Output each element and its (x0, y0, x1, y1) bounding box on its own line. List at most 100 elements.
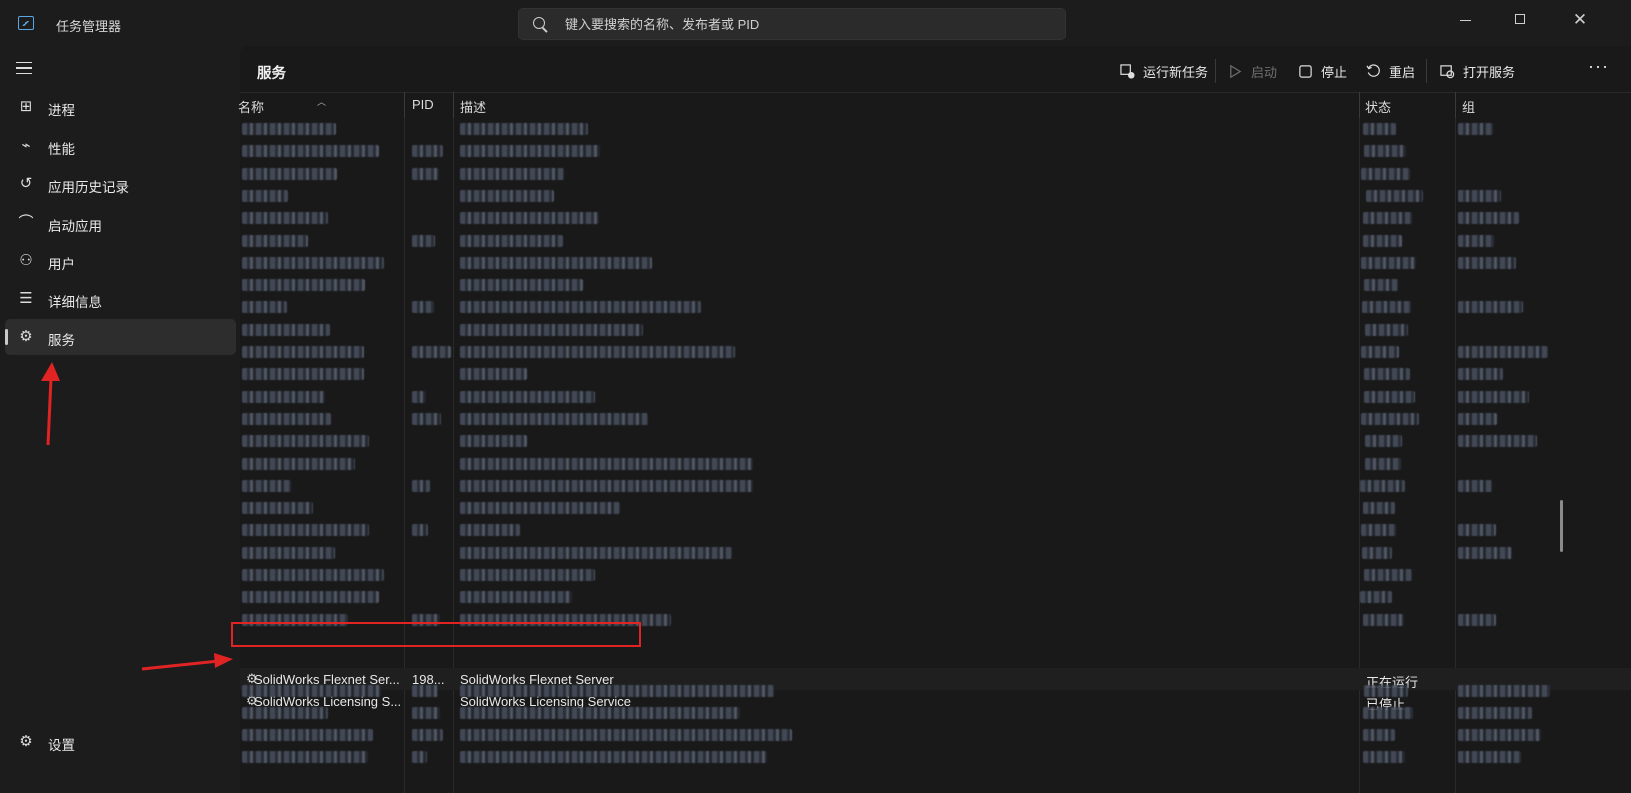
obscured-table-row[interactable] (240, 542, 1631, 564)
services-icon: ⚙ (19, 328, 33, 345)
obscured-table-row[interactable] (240, 564, 1631, 586)
sidebar-item-label: 启动应用 (48, 219, 102, 234)
column-header-name[interactable]: 名称 ︿ (238, 97, 326, 116)
restart-button[interactable]: 重启 (1366, 56, 1415, 86)
redacted-text (460, 480, 753, 492)
redacted-text (412, 145, 443, 157)
run-new-task-button[interactable]: 运行新任务 (1120, 56, 1208, 86)
obscured-table-row[interactable] (240, 586, 1631, 608)
sidebar-item-app-history[interactable]: ↺ 应用历史记录 (5, 166, 236, 202)
performance-icon: ⌁ (21, 137, 31, 154)
settings-gear-icon: ⚙ (19, 733, 33, 750)
play-icon (1230, 64, 1242, 78)
obscured-table-row[interactable] (240, 497, 1631, 519)
obscured-table-row[interactable] (240, 386, 1631, 408)
start-button[interactable]: 启动 (1228, 56, 1277, 86)
sort-ascending-icon: ︿ (317, 97, 327, 107)
close-button[interactable]: ✕ (1560, 6, 1600, 34)
redacted-text (242, 145, 379, 157)
obscured-table-row[interactable] (240, 475, 1631, 497)
obscured-table-row[interactable] (240, 252, 1631, 274)
redacted-text (242, 368, 364, 380)
users-icon: ⚇ (19, 252, 33, 269)
obscured-table-row[interactable] (240, 341, 1631, 363)
sidebar-item-services[interactable]: ⚙ 服务 (5, 319, 236, 355)
redacted-text (1361, 168, 1411, 180)
sidebar-item-startup-apps[interactable]: ⌒ 启动应用 (5, 205, 236, 241)
redacted-text (1360, 591, 1393, 603)
column-divider[interactable] (1455, 92, 1456, 118)
redacted-text (460, 324, 643, 336)
redacted-text (460, 212, 599, 224)
redacted-text (242, 591, 379, 603)
column-divider[interactable] (453, 92, 454, 118)
redacted-text (1365, 324, 1409, 336)
obscured-table-row[interactable] (240, 680, 1631, 702)
redacted-text (242, 279, 365, 291)
obscured-table-row[interactable] (240, 163, 1631, 185)
restart-label: 重启 (1389, 64, 1416, 80)
obscured-table-row[interactable] (240, 453, 1631, 475)
redacted-text (460, 279, 583, 291)
obscured-table-row[interactable] (240, 519, 1631, 541)
redacted-text (1458, 123, 1493, 135)
sidebar-item-users[interactable]: ⚇ 用户 (5, 243, 236, 279)
obscured-table-row[interactable] (240, 702, 1631, 724)
maximize-button[interactable] (1500, 6, 1540, 34)
redacted-text (460, 190, 554, 202)
redacted-text (412, 524, 428, 536)
column-divider[interactable] (404, 92, 405, 118)
column-header-description[interactable]: 描述 (460, 97, 486, 116)
obscured-table-row[interactable] (240, 430, 1631, 452)
search-box[interactable] (518, 8, 1066, 40)
obscured-table-row[interactable] (240, 274, 1631, 296)
sidebar-item-processes[interactable]: ⊞ 进程 (5, 89, 236, 125)
redacted-text (412, 168, 439, 180)
sidebar-item-performance[interactable]: ⌁ 性能 (5, 128, 236, 164)
redacted-text (1458, 190, 1501, 202)
obscured-table-row[interactable] (240, 746, 1631, 768)
main-panel: 服务 运行新任务 启动 停止 重启 打开服务 ··· 名称 ︿ PID 描述 状… (238, 46, 1631, 793)
redacted-text (1363, 751, 1405, 763)
redacted-text (1458, 729, 1541, 741)
column-header-group[interactable]: 组 (1462, 97, 1475, 116)
column-header-status[interactable]: 状态 (1365, 97, 1391, 116)
redacted-text (460, 458, 753, 470)
column-divider[interactable] (1359, 92, 1360, 118)
obscured-table-row[interactable] (240, 140, 1631, 162)
redacted-text (1363, 685, 1408, 697)
redacted-text (1360, 524, 1396, 536)
sidebar-item-details[interactable]: ☰ 详细信息 (5, 281, 236, 317)
redacted-text (1365, 458, 1402, 470)
obscured-table-row[interactable] (240, 230, 1631, 252)
redacted-text (1458, 707, 1532, 719)
obscured-table-row[interactable] (240, 296, 1631, 318)
obscured-table-row[interactable] (240, 185, 1631, 207)
search-input[interactable] (565, 9, 1055, 39)
redacted-text (412, 391, 426, 403)
redacted-text (460, 707, 740, 719)
more-options-icon[interactable]: ··· (1588, 56, 1609, 77)
obscured-table-row[interactable] (240, 363, 1631, 385)
redacted-text (460, 524, 520, 536)
minimize-button[interactable] (1446, 6, 1486, 34)
stop-button[interactable]: 停止 (1298, 56, 1347, 86)
scrollbar-thumb[interactable] (1560, 500, 1563, 552)
sidebar-item-settings[interactable]: ⚙ 设置 (5, 724, 236, 760)
column-header-pid[interactable]: PID (412, 97, 434, 112)
hamburger-menu-icon[interactable] (16, 62, 32, 74)
redacted-text (242, 301, 287, 313)
open-services-button[interactable]: 打开服务 (1440, 56, 1515, 86)
redacted-text (460, 168, 564, 180)
obscured-table-row[interactable] (240, 724, 1631, 746)
obscured-table-row[interactable] (240, 408, 1631, 430)
obscured-table-row[interactable] (240, 118, 1631, 140)
redacted-text (412, 729, 443, 741)
obscured-table-row[interactable] (240, 319, 1631, 341)
redacted-text (412, 707, 440, 719)
redacted-text (460, 413, 648, 425)
redacted-text (1360, 480, 1406, 492)
obscured-table-row[interactable] (240, 207, 1631, 229)
redacted-text (1458, 751, 1521, 763)
redacted-text (460, 235, 563, 247)
